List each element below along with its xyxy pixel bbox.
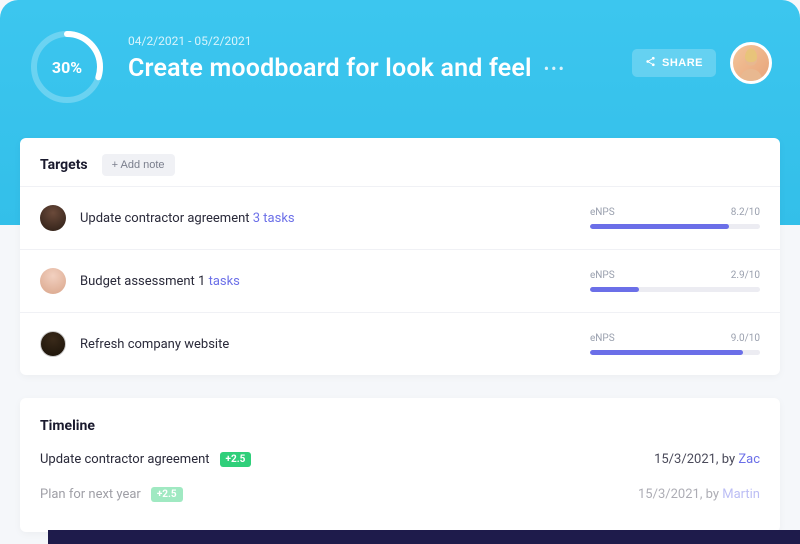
metric: eNPS 9.0/10	[590, 333, 760, 355]
tasks-link[interactable]: 3 tasks	[253, 211, 295, 226]
targets-card: Targets + Add note Update contractor agr…	[20, 138, 780, 375]
target-text: Update contractor agreement 3 tasks	[80, 211, 590, 226]
assignee-avatar	[40, 268, 66, 294]
header-text: 04/2/2021 - 05/2/2021 Create moodboard f…	[128, 28, 632, 83]
date-range: 04/2/2021 - 05/2/2021	[128, 34, 632, 48]
user-avatar[interactable]	[730, 42, 772, 84]
timeline-text: Update contractor agreement	[40, 452, 210, 467]
metric-bar	[590, 224, 760, 229]
author-link[interactable]: Zac	[738, 452, 760, 467]
share-button[interactable]: SHARE	[632, 49, 716, 77]
metric-bar	[590, 350, 760, 355]
target-text: Budget assessment 1 tasks	[80, 274, 590, 289]
target-row[interactable]: Update contractor agreement 3 tasks eNPS…	[20, 186, 780, 249]
metric-score: 9.0/10	[731, 333, 760, 344]
metric-bar	[590, 287, 760, 292]
targets-title: Targets	[40, 157, 88, 173]
timeline-row[interactable]: Plan for next year +2.5 15/3/2021, by Ma…	[40, 477, 760, 512]
more-menu-icon[interactable]: •••	[544, 59, 566, 78]
add-note-button[interactable]: + Add note	[102, 154, 175, 176]
metric-score: 2.9/10	[731, 270, 760, 281]
timeline-text: Plan for next year	[40, 487, 141, 502]
timeline-card: Timeline Update contractor agreement +2.…	[20, 398, 780, 532]
metric-score: 8.2/10	[731, 207, 760, 218]
metric-label: eNPS	[590, 270, 615, 281]
timeline-meta: 15/3/2021, by Zac	[654, 452, 760, 467]
assignee-avatar	[40, 331, 66, 357]
author-link[interactable]: Martin	[722, 487, 760, 502]
metric: eNPS 2.9/10	[590, 270, 760, 292]
target-row[interactable]: Budget assessment 1 tasks eNPS 2.9/10	[20, 249, 780, 312]
timeline-title: Timeline	[40, 418, 760, 434]
progress-ring: 30%	[28, 28, 106, 106]
assignee-avatar	[40, 205, 66, 231]
timeline-row[interactable]: Update contractor agreement +2.5 15/3/20…	[40, 442, 760, 477]
metric: eNPS 8.2/10	[590, 207, 760, 229]
tasks-link[interactable]: tasks	[209, 274, 240, 289]
page-title: Create moodboard for look and feel	[128, 54, 532, 83]
progress-percent: 30%	[28, 28, 106, 106]
delta-badge: +2.5	[220, 452, 252, 467]
metric-label: eNPS	[590, 207, 615, 218]
timeline-meta: 15/3/2021, by Martin	[638, 487, 760, 502]
target-row[interactable]: Refresh company website eNPS 9.0/10	[20, 312, 780, 375]
metric-label: eNPS	[590, 333, 615, 344]
share-icon	[645, 56, 656, 70]
delta-badge: +2.5	[151, 487, 183, 502]
bottom-strip	[48, 530, 800, 544]
target-text: Refresh company website	[80, 337, 590, 352]
share-label: SHARE	[662, 57, 703, 69]
